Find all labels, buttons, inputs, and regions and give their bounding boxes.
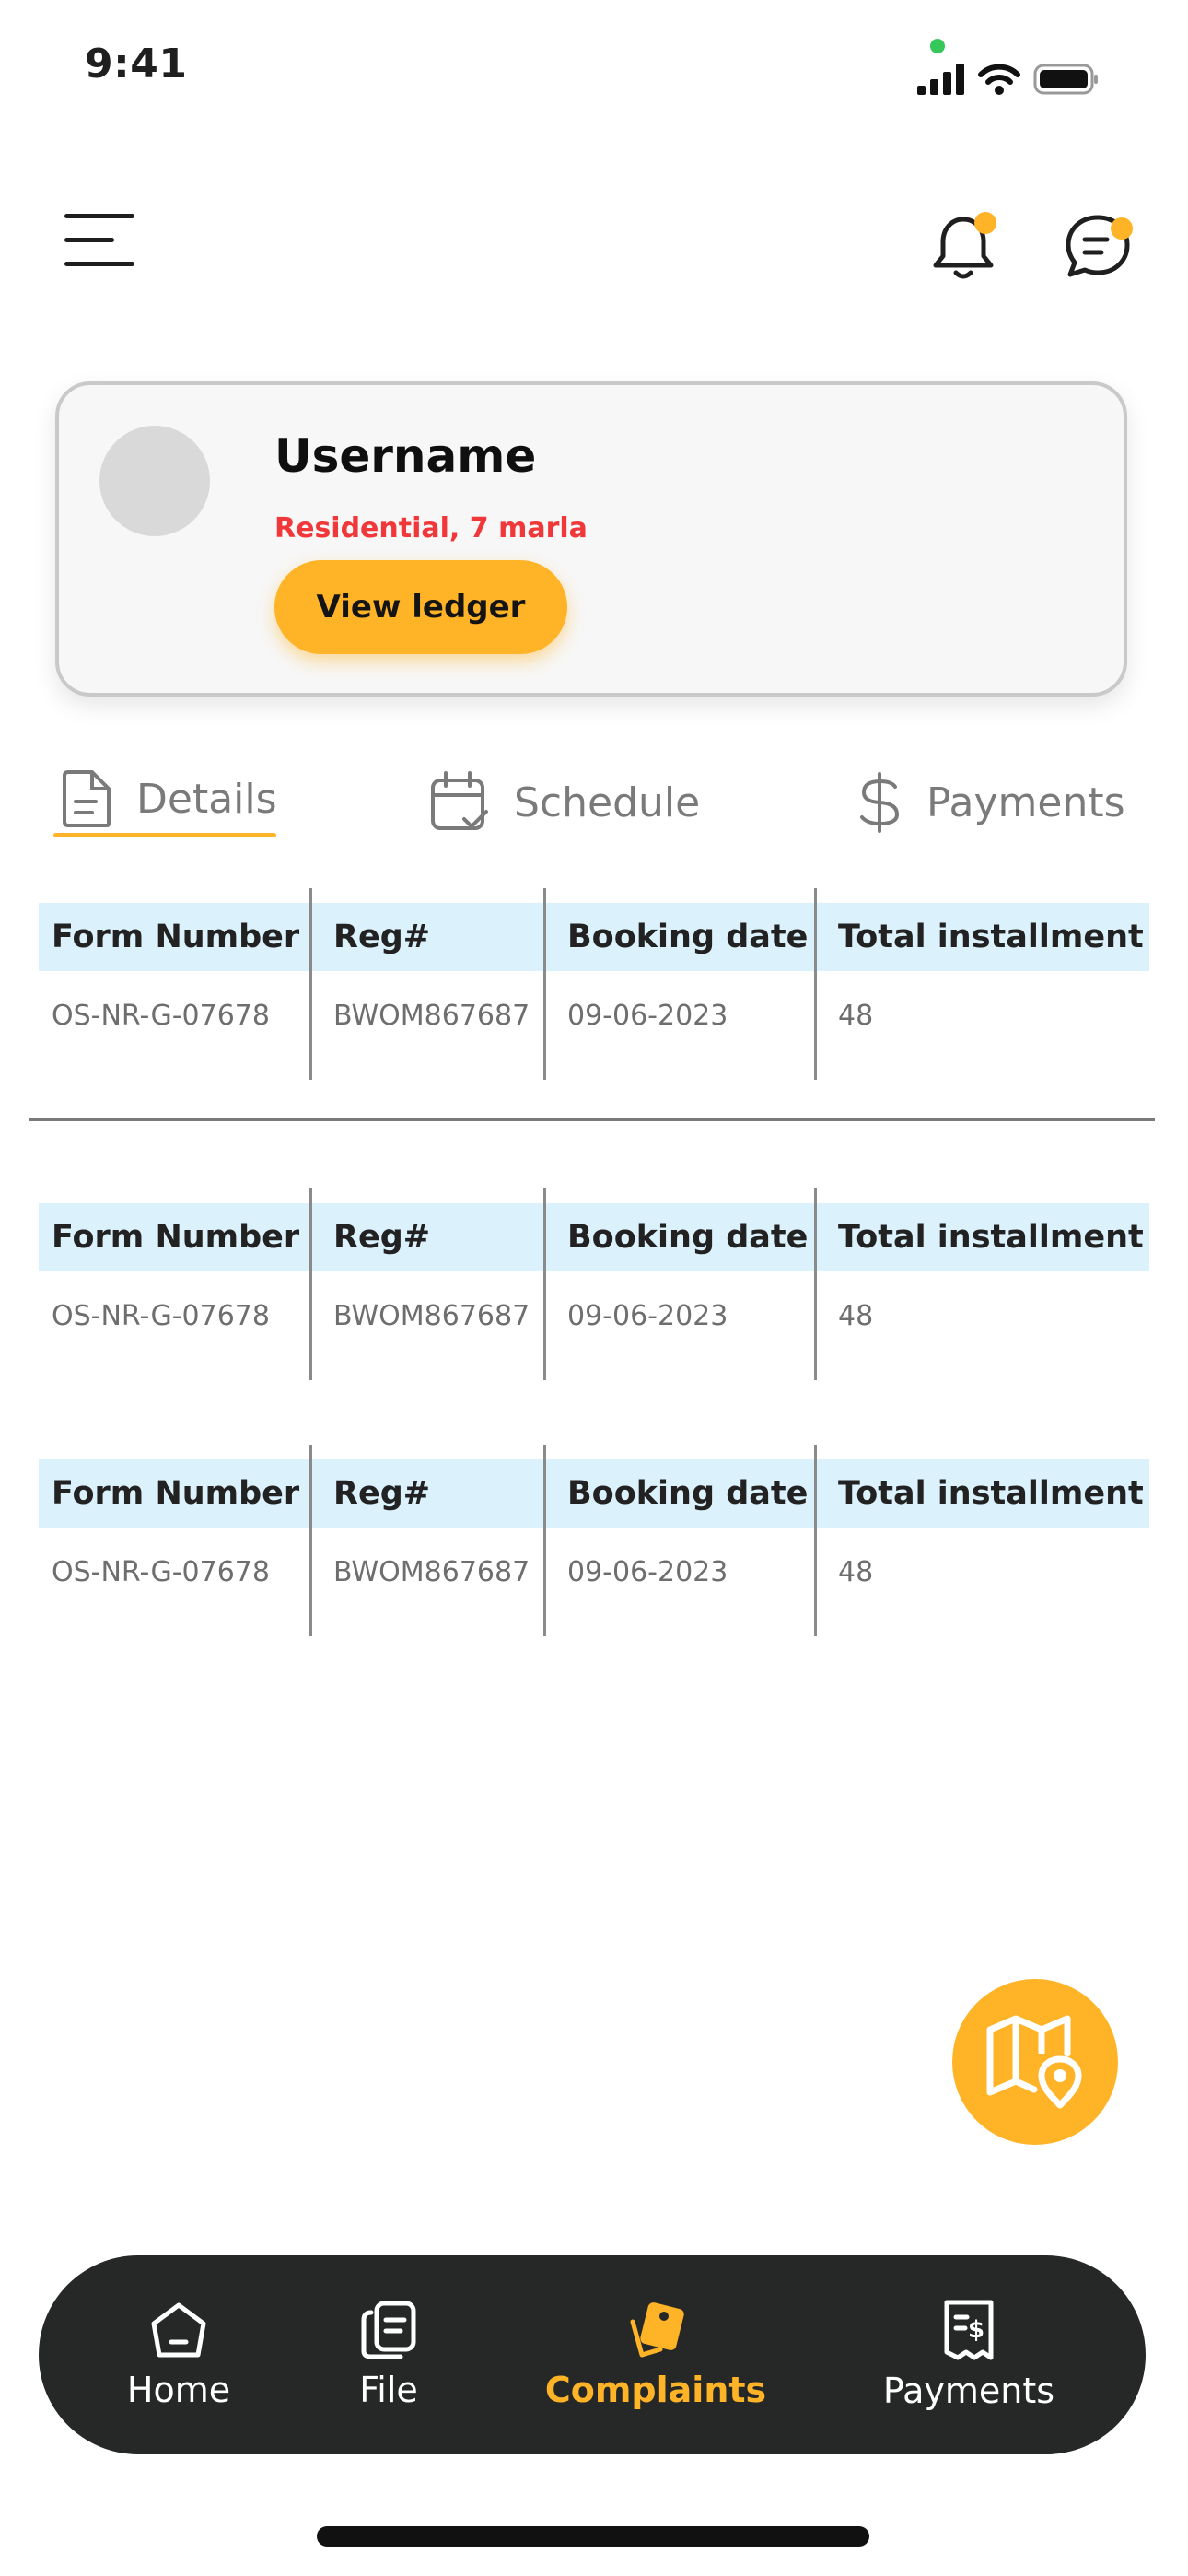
column-divider [309, 1445, 312, 1636]
column-divider [543, 1188, 546, 1380]
header-form-number: Form Number [52, 1219, 300, 1256]
notifications-button[interactable] [930, 210, 1000, 284]
home-indicator [317, 2526, 869, 2547]
profile-card [55, 381, 1127, 697]
calendar-check-icon [431, 771, 488, 830]
details-table: Form Number Reg# Booking date Total inst… [39, 1188, 1149, 1380]
wifi-icon [978, 64, 1020, 95]
tags-icon [630, 2302, 684, 2358]
nav-home[interactable]: Home [105, 2255, 252, 2454]
header-reg: Reg# [333, 1475, 431, 1512]
notification-badge [974, 212, 996, 234]
tab-schedule-label: Schedule [514, 779, 701, 826]
tab-details[interactable]: Details [61, 757, 277, 840]
status-icons [917, 61, 1100, 98]
header-booking-date: Booking date [567, 1475, 809, 1512]
nav-file[interactable]: File [343, 2255, 435, 2454]
status-time: 9:41 [85, 41, 188, 88]
home-icon [151, 2302, 206, 2358]
receipt-dollar-icon: $ [944, 2300, 994, 2360]
cell-form-number: OS-NR-G-07678 [52, 1555, 270, 1588]
tab-schedule[interactable]: Schedule [429, 761, 700, 844]
cell-booking-date: 09-06-2023 [567, 1555, 728, 1588]
username: Username [274, 429, 537, 483]
cell-reg: BWOM867687 [333, 1299, 530, 1332]
svg-text:$: $ [968, 2316, 984, 2344]
nav-payments[interactable]: $ Payments [868, 2255, 1070, 2454]
map-location-icon [986, 2015, 1082, 2109]
nav-payments-label: Payments [882, 2371, 1055, 2411]
tab-payments[interactable]: Payments [856, 761, 1125, 844]
avatar [99, 426, 210, 536]
column-divider [543, 1445, 546, 1636]
column-divider [309, 1188, 312, 1380]
battery-icon [1033, 64, 1098, 95]
cell-booking-date: 09-06-2023 [567, 999, 728, 1032]
tab-details-label: Details [136, 775, 277, 823]
menu-icon[interactable] [64, 210, 138, 269]
privacy-indicator [930, 39, 945, 53]
active-tab-indicator [53, 833, 276, 837]
signal-icon [917, 64, 964, 95]
files-icon [361, 2301, 416, 2359]
cell-total-installment: 48 [838, 1299, 874, 1332]
nav-complaints-label: Complaints [544, 2370, 767, 2410]
header-booking-date: Booking date [567, 1219, 809, 1256]
details-table: Form Number Reg# Booking date Total inst… [39, 888, 1149, 1080]
bottom-nav: Home File Complaints $ Payments [39, 2255, 1146, 2454]
cell-reg: BWOM867687 [333, 1555, 530, 1588]
property-type: Residential, 7 marla [274, 512, 588, 544]
dollar-icon [860, 772, 900, 833]
section-divider [29, 1118, 1155, 1121]
header-total-installment: Total installment [838, 919, 1144, 955]
header-total-installment: Total installment [838, 1475, 1144, 1512]
column-divider [814, 1445, 817, 1636]
column-divider [814, 888, 817, 1080]
messages-button[interactable] [1061, 208, 1140, 282]
cell-total-installment: 48 [838, 999, 874, 1032]
column-divider [309, 888, 312, 1080]
cell-booking-date: 09-06-2023 [567, 1299, 728, 1332]
nav-complaints[interactable]: Complaints [545, 2255, 766, 2454]
tab-payments-label: Payments [926, 779, 1125, 826]
header-total-installment: Total installment [838, 1219, 1144, 1256]
cell-form-number: OS-NR-G-07678 [52, 1299, 270, 1332]
view-ledger-button[interactable]: View ledger [274, 560, 567, 654]
header-form-number: Form Number [52, 1475, 300, 1512]
message-badge [1111, 217, 1133, 240]
header-reg: Reg# [333, 1219, 431, 1256]
cell-reg: BWOM867687 [333, 999, 530, 1032]
details-table: Form Number Reg# Booking date Total inst… [39, 1445, 1149, 1636]
nav-file-label: File [359, 2370, 418, 2410]
nav-home-label: Home [126, 2370, 231, 2410]
cell-total-installment: 48 [838, 1555, 874, 1588]
header-form-number: Form Number [52, 919, 300, 955]
map-fab-button[interactable] [952, 1979, 1118, 2145]
header-reg: Reg# [333, 919, 431, 955]
column-divider [543, 888, 546, 1080]
header-booking-date: Booking date [567, 919, 809, 955]
column-divider [814, 1188, 817, 1380]
cell-form-number: OS-NR-G-07678 [52, 999, 270, 1032]
document-icon [63, 770, 111, 827]
